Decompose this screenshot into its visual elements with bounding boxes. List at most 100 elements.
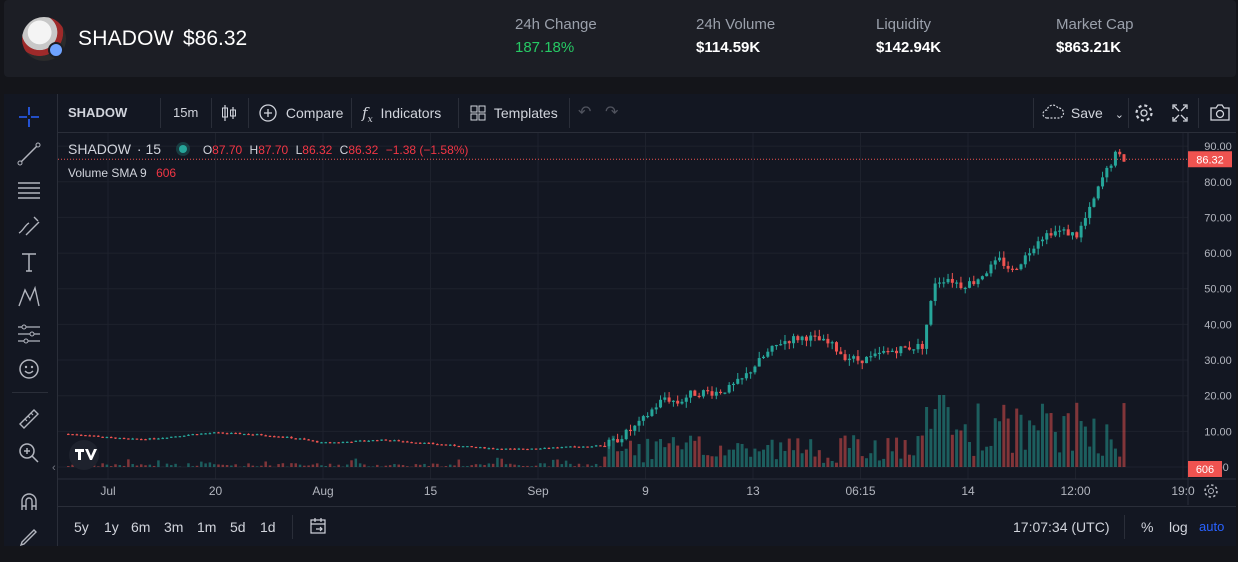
auto-toggle[interactable]: auto <box>1199 507 1224 547</box>
candle-body <box>209 433 212 434</box>
volume-bar <box>505 464 508 467</box>
range-3m[interactable]: 3m <box>164 507 183 547</box>
crosshair-icon[interactable] <box>16 104 42 130</box>
candle-body <box>166 438 169 439</box>
candle-body <box>200 434 203 435</box>
log-toggle[interactable]: log <box>1169 507 1188 547</box>
price-tick-label: 30.00 <box>1204 355 1232 367</box>
candle-body <box>959 282 962 288</box>
zoom-in-icon[interactable] <box>16 440 42 466</box>
candle-body <box>1020 264 1023 269</box>
volume-bar <box>792 450 795 467</box>
candle-body <box>230 433 233 434</box>
redo-icon[interactable]: ↷ <box>605 94 618 132</box>
volume-bar <box>565 461 568 467</box>
percent-toggle[interactable]: % <box>1141 507 1153 547</box>
candle-body <box>732 384 735 385</box>
range-5y[interactable]: 5y <box>74 507 89 547</box>
magnet-icon[interactable] <box>16 490 42 516</box>
trend-line-icon[interactable] <box>16 141 42 167</box>
volume-bar <box>513 465 516 467</box>
candle-body <box>522 449 525 450</box>
undo-icon[interactable]: ↶ <box>578 94 591 132</box>
candle-body <box>325 442 328 443</box>
indicators-button[interactable]: fx Indicators <box>362 94 441 132</box>
candle-body <box>942 282 945 283</box>
collapse-arrow-icon[interactable]: ‹ <box>52 462 56 474</box>
candle-body <box>655 407 658 409</box>
chain-badge-icon <box>48 42 64 58</box>
candles-icon[interactable] <box>220 94 240 132</box>
candle-body <box>505 449 508 450</box>
candle-body <box>513 449 516 450</box>
volume-bar <box>561 464 564 467</box>
emoji-icon[interactable] <box>16 356 42 382</box>
range-6m[interactable]: 6m <box>131 507 150 547</box>
candle-body <box>1084 218 1087 226</box>
save-button[interactable]: Save ⌄ <box>1041 94 1124 132</box>
brush-icon[interactable] <box>16 213 42 239</box>
volume-bar <box>972 456 975 467</box>
volume-bar <box>200 462 203 467</box>
fib-lines-icon[interactable] <box>16 177 42 203</box>
measure-lines-icon[interactable] <box>16 321 42 347</box>
date-range-icon[interactable] <box>308 507 328 547</box>
candle-body <box>290 437 293 439</box>
candle-body <box>402 441 405 442</box>
volume-bar <box>698 436 701 467</box>
stat-24h-volume: 24h Volume $114.59K <box>696 16 775 56</box>
range-1d[interactable]: 1d <box>260 507 276 547</box>
toolbar-divider <box>1033 98 1034 128</box>
fullscreen-icon[interactable] <box>1170 94 1190 132</box>
candle-body <box>234 433 237 434</box>
symbol-search[interactable]: SHADOW <box>68 94 127 132</box>
volume-bar <box>247 463 250 467</box>
candle-body <box>93 435 96 436</box>
volume-bar <box>252 466 255 467</box>
candle-body <box>792 336 795 343</box>
volume-bar <box>1105 424 1108 467</box>
utc-clock[interactable]: 17:07:34 (UTC) <box>1013 507 1109 547</box>
pattern-icon[interactable] <box>16 284 42 310</box>
templates-button[interactable]: Templates <box>470 94 558 132</box>
range-1m[interactable]: 1m <box>197 507 216 547</box>
candle-body <box>458 446 461 447</box>
compare-button[interactable]: Compare <box>258 94 343 132</box>
candle-body <box>552 447 555 448</box>
volume-bar <box>1020 415 1023 467</box>
volume-bar <box>492 464 495 467</box>
candle-body <box>1007 266 1010 269</box>
range-1y[interactable]: 1y <box>104 507 119 547</box>
volume-bar <box>552 460 555 467</box>
candle-body <box>312 440 315 441</box>
time-tick-label: 13 <box>746 484 760 498</box>
candle-body <box>844 354 847 360</box>
volume-bar <box>170 465 173 467</box>
volume-bar <box>616 451 619 467</box>
volume-bar <box>539 463 542 467</box>
volume-bar <box>415 464 418 467</box>
candle-body <box>1041 240 1044 242</box>
volume-legend-label[interactable]: Volume SMA 9 <box>68 166 147 180</box>
camera-icon[interactable] <box>1208 94 1232 132</box>
volume-bar <box>230 466 233 467</box>
text-tool-icon[interactable] <box>16 249 42 275</box>
candle-body <box>629 430 632 431</box>
pencil-lock-icon[interactable] <box>16 524 42 550</box>
price-chart[interactable]: 90.0080.0070.0060.0050.0040.0030.0020.00… <box>58 133 1236 505</box>
candle-body <box>423 443 426 444</box>
gear-icon[interactable] <box>1133 94 1155 132</box>
ruler-icon[interactable] <box>16 406 42 432</box>
candle-body <box>140 439 143 440</box>
volume-bar <box>526 466 529 467</box>
toolbar-divider <box>351 98 352 128</box>
volume-bar <box>663 447 666 467</box>
range-5d[interactable]: 5d <box>230 507 246 547</box>
volume-bar <box>814 457 817 467</box>
legend-symbol[interactable]: SHADOW <box>68 141 131 157</box>
volume-bar <box>269 465 272 467</box>
interval-button[interactable]: 15m <box>173 94 198 132</box>
time-tick-label: 20 <box>209 484 223 498</box>
volume-bar <box>191 466 194 467</box>
candle-body <box>380 439 383 440</box>
